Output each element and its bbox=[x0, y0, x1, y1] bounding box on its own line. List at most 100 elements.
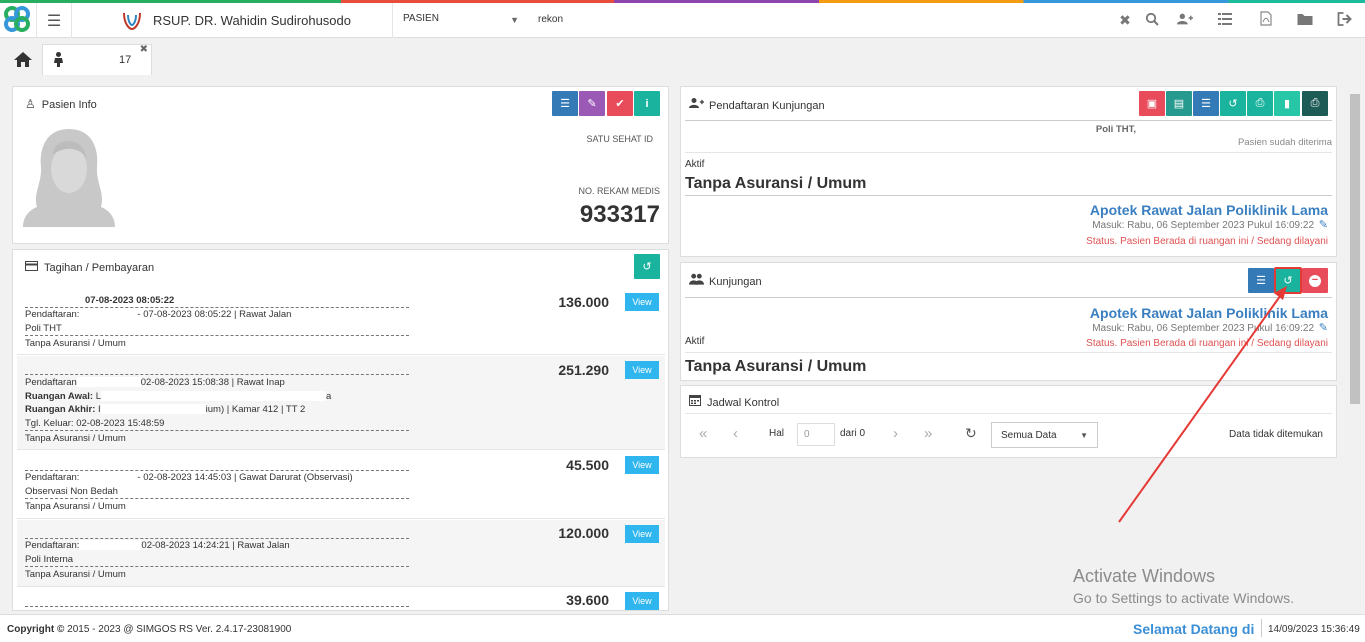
next-page-icon[interactable]: › bbox=[893, 420, 898, 446]
pasien-info-panel: ♙ Pasien Info ☰ ✎ ✔ i SATU SEHAT ID NO. R… bbox=[12, 86, 669, 244]
view-bill-button[interactable]: View bbox=[625, 525, 659, 543]
poli-name: Poli THT, bbox=[1095, 124, 1136, 135]
print-label-button[interactable]: ⎙ bbox=[1302, 91, 1328, 116]
list-icon: ☰ bbox=[560, 98, 570, 110]
bill-item: Pendaftaran: - 02-08-2023 14:45:03 | Gawa… bbox=[17, 451, 665, 519]
rm-label: NO. REKAM MEDIS bbox=[578, 186, 660, 196]
view-bill-button[interactable]: View bbox=[625, 456, 659, 474]
bill-registration: Pendaftaran: 02-08-2023 14:24:21 | Rawat … bbox=[25, 540, 290, 551]
refresh-tagihan-button[interactable]: ↺ bbox=[634, 254, 660, 279]
hal-label: Hal bbox=[769, 427, 785, 439]
first-page-icon[interactable]: « bbox=[699, 420, 707, 446]
bill-payer: Tanpa Asuransi / Umum bbox=[25, 501, 126, 512]
last-page-icon[interactable]: » bbox=[924, 420, 932, 446]
apotek-link[interactable]: Apotek Rawat Jalan Poliklinik Lama bbox=[1090, 202, 1328, 218]
view-bill-button[interactable]: View bbox=[625, 592, 659, 610]
footer-datetime: 14/09/2023 15:36:49 bbox=[1268, 624, 1360, 635]
copyright: Copyright © 2015 - 2023 @ SIMGOS RS Ver.… bbox=[7, 624, 292, 635]
search-category-select[interactable]: PASIEN ▼ bbox=[392, 3, 527, 38]
kunjungan-history-button[interactable]: ↺ bbox=[1274, 267, 1302, 294]
app-logo-icon[interactable] bbox=[3, 5, 31, 33]
hamburger-menu-button[interactable]: ☰ bbox=[36, 3, 72, 38]
edit-icon: ✎ bbox=[587, 98, 597, 110]
view-bill-button[interactable]: View bbox=[625, 361, 659, 379]
caret-down-icon: ▼ bbox=[510, 15, 519, 25]
history-icon: ↺ bbox=[642, 261, 652, 273]
tagihan-title: Tagihan / Pembayaran bbox=[44, 262, 155, 274]
clear-search-icon[interactable]: ✖ bbox=[1117, 12, 1133, 29]
refresh-icon[interactable]: ↻ bbox=[965, 420, 977, 446]
filter-value: Semua Data bbox=[1001, 430, 1057, 441]
cancel-kunjungan-button[interactable]: − bbox=[1302, 268, 1328, 293]
patient-icon bbox=[54, 52, 63, 67]
bill-payer: Tanpa Asuransi / Umum bbox=[25, 569, 126, 580]
kunjungan-panel: Kunjungan ☰ ↺ − Apotek Rawat Jalan Polik… bbox=[680, 262, 1337, 381]
edit-icon[interactable]: ✎ bbox=[1319, 218, 1328, 231]
list-button[interactable]: ☰ bbox=[1193, 91, 1219, 116]
bill-registration: Pendaftaran: - 02-08-2023 14:45:03 | Gawa… bbox=[25, 472, 353, 483]
bill-amount: 136.000 bbox=[558, 294, 609, 310]
prev-page-icon[interactable]: ‹ bbox=[733, 420, 738, 446]
tab-patient[interactable]: 17 ✖ bbox=[42, 44, 152, 75]
top-color-strip bbox=[0, 0, 1365, 3]
bill-unit: Poli Interna bbox=[25, 554, 74, 565]
kunjungan-list-button[interactable]: ☰ bbox=[1248, 268, 1274, 293]
footer: Copyright © 2015 - 2023 @ SIMGOS RS Ver.… bbox=[0, 614, 1365, 642]
filter-select[interactable]: Semua Data ▼ bbox=[991, 422, 1098, 448]
print-button[interactable]: ⎙ bbox=[1247, 91, 1273, 116]
check-square-icon: ✔ bbox=[615, 98, 625, 110]
activate-windows-watermark: Activate Windows Go to Settings to activ… bbox=[1073, 566, 1294, 606]
patient-avatar bbox=[23, 129, 115, 227]
users-icon bbox=[689, 273, 704, 285]
info-icon: i bbox=[645, 97, 649, 110]
bill-date: 07-08-2023 08:05:22 bbox=[25, 295, 174, 306]
patient-tab-label: 17 bbox=[119, 54, 132, 66]
bill-amount: 45.500 bbox=[566, 457, 609, 473]
satu-sehat-label: SATU SEHAT ID bbox=[586, 134, 653, 144]
bill-payer: Tanpa Asuransi / Umum bbox=[25, 338, 126, 349]
search-input[interactable] bbox=[538, 14, 1098, 25]
check-patient-button[interactable]: ✔ bbox=[607, 91, 633, 116]
scrollbar-thumb[interactable] bbox=[1350, 94, 1360, 404]
asuransi-title: Tanpa Asuransi / Umum bbox=[685, 175, 867, 192]
close-tab-icon[interactable]: ✖ bbox=[140, 44, 148, 55]
pdf-button[interactable]: ▣ bbox=[1139, 91, 1165, 116]
bill-payer: Tanpa Asuransi / Umum bbox=[25, 433, 126, 444]
list-icon[interactable] bbox=[1217, 13, 1233, 25]
calendar-icon bbox=[689, 395, 701, 406]
pdf-file-icon[interactable] bbox=[1258, 11, 1274, 26]
bill-room-akhir: Ruangan Akhir: Iium) | Kamar 412 | TT 2 bbox=[25, 404, 306, 415]
dari-label: dari 0 bbox=[840, 427, 866, 439]
bill-room-awal: Ruangan Awal: La bbox=[25, 391, 332, 402]
bill-item: 07-08-2023 08:05:22 Pendaftaran: - 07-08-… bbox=[17, 287, 665, 355]
page-input[interactable] bbox=[797, 423, 835, 446]
barcode-button[interactable]: ▮ bbox=[1274, 91, 1300, 116]
bill-unit: Poli THT bbox=[25, 323, 62, 334]
edit-patient-button[interactable]: ✎ bbox=[579, 91, 605, 116]
logout-icon[interactable] bbox=[1337, 12, 1353, 26]
jadwal-kontrol-panel: Jadwal Kontrol « ‹ Hal dari 0 › » ↻ Semu… bbox=[680, 385, 1337, 458]
tab-bar: 17 ✖ bbox=[0, 39, 1365, 75]
tagihan-panel: Tagihan / Pembayaran ↺ 07-08-2023 08:05:… bbox=[12, 249, 669, 611]
diterima-status: Pasien sudah diterima bbox=[1238, 137, 1332, 148]
history-button[interactable]: ↺ bbox=[1220, 91, 1246, 116]
view-bill-button[interactable]: View bbox=[625, 293, 659, 311]
patient-list-button[interactable]: ☰ bbox=[552, 91, 578, 116]
page-scrollbar[interactable] bbox=[1348, 80, 1360, 610]
search-category-value: PASIEN bbox=[403, 13, 439, 24]
search-icon[interactable] bbox=[1144, 12, 1160, 26]
edit-icon[interactable]: ✎ bbox=[1319, 321, 1328, 334]
credit-card-icon bbox=[25, 261, 38, 271]
hamburger-icon: ☰ bbox=[46, 12, 62, 30]
bill-unit: Observasi Non Bedah bbox=[25, 486, 118, 497]
bill-registration: Pendaftaran: - 07-08-2023 08:05:22 | Rawa… bbox=[25, 309, 292, 320]
info-button[interactable]: i bbox=[634, 91, 660, 116]
aktif-label: Aktif bbox=[685, 159, 705, 170]
folder-icon[interactable] bbox=[1297, 13, 1313, 25]
apotek-link[interactable]: Apotek Rawat Jalan Poliklinik Lama bbox=[1090, 305, 1328, 321]
add-user-icon[interactable] bbox=[1177, 12, 1193, 26]
card-button[interactable]: ▤ bbox=[1166, 91, 1192, 116]
bill-item: 39.600 View bbox=[17, 588, 665, 610]
tab-home[interactable] bbox=[6, 44, 40, 74]
pendaftaran-panel: Pendaftaran Kunjungan ▣ ▤ ☰ ↺ ⎙ ▮ ⎙ Poli… bbox=[680, 86, 1337, 257]
